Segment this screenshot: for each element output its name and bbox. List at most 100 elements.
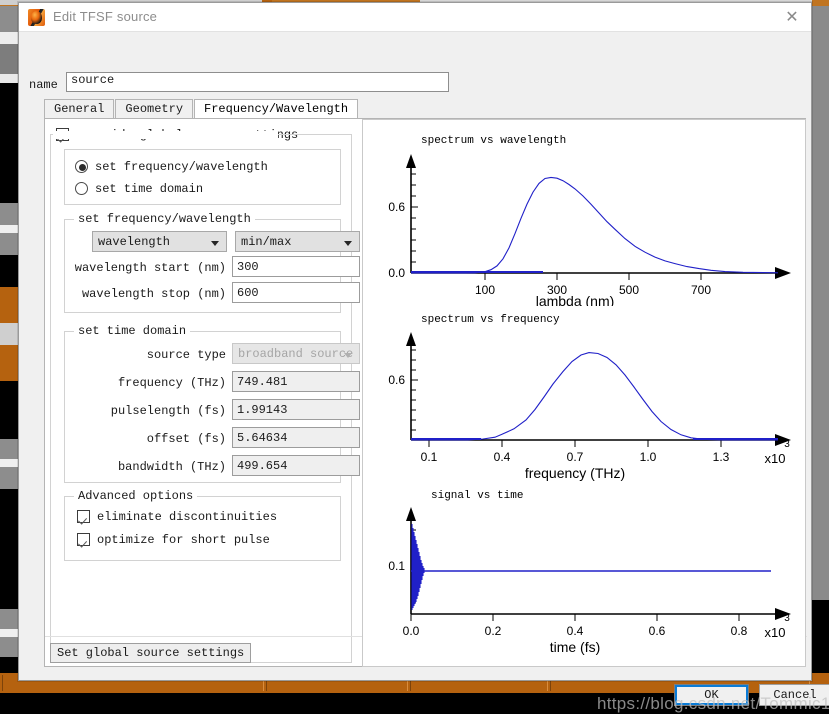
- range-mode-combo-value: min/max: [241, 235, 291, 249]
- chart-1-y-arrow: [406, 154, 416, 168]
- bandwidth-input[interactable]: 499.654: [232, 455, 360, 476]
- bg-strip: [0, 255, 18, 287]
- title-bar: Edit TFSF source ✕: [19, 3, 811, 32]
- lumerical-app-icon: [28, 9, 45, 26]
- quantity-combo-value: wavelength: [98, 235, 170, 249]
- cancel-button[interactable]: Cancel: [759, 684, 829, 706]
- chart-3-burst: [412, 524, 424, 610]
- wavelength-start-input[interactable]: 300: [232, 256, 360, 277]
- radio-set-frequency-wavelength-label: set frequency/wavelength: [95, 160, 268, 174]
- set-frequency-wavelength-group-title: set frequency/wavelength: [74, 212, 255, 226]
- bg-strip: [0, 83, 18, 203]
- bg-strip: [0, 609, 18, 629]
- chart-3-xtick-1: 0.2: [485, 624, 502, 638]
- chart-3-x-ticks: [411, 614, 739, 621]
- set-time-domain-group: set time domain source type broadband so…: [64, 331, 341, 483]
- chart-2-exponent: x10: [765, 451, 786, 466]
- source-type-combo-value: broadband source: [238, 347, 353, 361]
- wavelength-stop-label: wavelength stop (nm): [65, 287, 226, 301]
- source-type-label: source type: [65, 348, 226, 362]
- chart-2-xtick-2: 0.7: [567, 450, 584, 464]
- radio-set-frequency-wavelength[interactable]: [75, 160, 88, 173]
- wavelength-start-label: wavelength start (nm): [65, 261, 226, 275]
- bg-strip-right: [812, 600, 829, 673]
- chart-1-xtick-3: 700: [691, 283, 711, 297]
- bg-strip: [0, 32, 18, 44]
- chart-2-title: spectrum vs frequency: [421, 314, 560, 326]
- chart-2-xtick-4: 1.3: [713, 450, 730, 464]
- tab-frequency-wavelength[interactable]: Frequency/Wavelength: [194, 99, 358, 118]
- bg-strip: [0, 629, 18, 637]
- set-global-source-settings-button[interactable]: Set global source settings: [50, 643, 251, 663]
- chart-1-xtick-2: 500: [619, 283, 639, 297]
- offset-input[interactable]: 5.64634: [232, 427, 360, 448]
- tab-general[interactable]: General: [44, 99, 114, 118]
- chart-3-svg: signal vs time 0.1: [363, 484, 807, 666]
- advanced-options-group: Advanced options eliminate discontinuiti…: [64, 496, 341, 561]
- close-icon[interactable]: ✕: [781, 7, 803, 29]
- eliminate-discontinuities-label: eliminate discontinuities: [97, 510, 277, 524]
- source-type-combo: broadband source: [232, 343, 360, 364]
- name-input[interactable]: source: [66, 72, 449, 92]
- chart-1-svg: spectrum vs wavelength: [363, 128, 807, 306]
- optimize-short-pulse-checkbox[interactable]: [77, 533, 90, 546]
- optimize-short-pulse-label: optimize for short pulse: [97, 533, 270, 547]
- tab-strip: General Geometry Frequency/Wavelength: [44, 99, 359, 118]
- wavelength-stop-input[interactable]: 600: [232, 282, 360, 303]
- chart-spectrum-vs-wavelength: spectrum vs wavelength: [363, 128, 807, 306]
- chart-2-y-ticks: [411, 350, 418, 440]
- chart-2-xlabel: frequency (THz): [525, 465, 625, 481]
- dialog-body: name source General Geometry Frequency/W…: [19, 32, 811, 680]
- chart-3-xtick-4: 0.8: [731, 624, 748, 638]
- chart-1-y-ticks: [411, 174, 418, 273]
- bg-strip: [0, 203, 18, 225]
- bandwidth-label: bandwidth (THz): [65, 460, 226, 474]
- bg-strip: [0, 225, 18, 233]
- mode-group: set frequency/wavelength set time domain: [64, 149, 341, 205]
- frequency-input[interactable]: 749.481: [232, 371, 360, 392]
- chart-2-curve: [411, 353, 778, 440]
- chart-3-exponent-power: 3: [784, 613, 790, 624]
- chart-signal-vs-time: signal vs time 0.1: [363, 484, 807, 666]
- chart-2-x-ticks: [429, 440, 721, 447]
- bg-strip: [0, 637, 18, 657]
- range-mode-combo[interactable]: min/max: [235, 231, 360, 252]
- chart-1-x-ticks: [485, 273, 701, 280]
- chart-3-y-arrow: [406, 507, 416, 521]
- pulselength-label: pulselength (fs): [65, 404, 226, 418]
- chart-1-ytick-1: 0.6: [388, 200, 405, 214]
- chevron-down-icon: [344, 241, 352, 246]
- pulselength-input[interactable]: 1.99143: [232, 399, 360, 420]
- chart-3-ytick-0: 0.1: [388, 559, 405, 573]
- override-group-frame-mask: [53, 131, 278, 139]
- chart-spectrum-vs-frequency: spectrum vs frequency: [363, 308, 807, 484]
- set-time-domain-group-title: set time domain: [74, 324, 190, 338]
- ok-button[interactable]: OK: [674, 684, 749, 706]
- chart-1-xtick-0: 100: [475, 283, 495, 297]
- chart-3-xlabel: time (fs): [550, 639, 601, 655]
- set-frequency-wavelength-group: set frequency/wavelength wavelength min/…: [64, 219, 341, 313]
- chart-1-title: spectrum vs wavelength: [421, 135, 566, 147]
- bg-strip: [0, 44, 18, 74]
- chevron-down-icon: [344, 353, 352, 358]
- chart-2-y-arrow: [406, 332, 416, 346]
- chart-3-title: signal vs time: [431, 490, 523, 502]
- chart-2-xtick-0: 0.1: [421, 450, 438, 464]
- tab-geometry[interactable]: Geometry: [115, 99, 193, 118]
- bg-strip: [0, 345, 18, 381]
- edit-tfsf-source-dialog: Edit TFSF source ✕ name source General G…: [18, 2, 812, 681]
- bg-strip: [0, 657, 18, 673]
- offset-label: offset (fs): [65, 432, 226, 446]
- radio-set-time-domain[interactable]: [75, 182, 88, 195]
- bg-strip-right: [812, 6, 829, 600]
- quantity-combo[interactable]: wavelength: [92, 231, 227, 252]
- chart-1-ytick-0: 0.0: [388, 266, 405, 280]
- bg-strip: [0, 6, 18, 32]
- bg-strip: [0, 489, 18, 609]
- window-title: Edit TFSF source: [53, 9, 157, 24]
- chart-2-ytick-0: 0.6: [388, 373, 405, 387]
- chart-2-svg: spectrum vs frequency: [363, 308, 807, 484]
- eliminate-discontinuities-checkbox[interactable]: [77, 510, 90, 523]
- frequency-label: frequency (THz): [65, 376, 226, 390]
- bg-strip: [0, 233, 18, 255]
